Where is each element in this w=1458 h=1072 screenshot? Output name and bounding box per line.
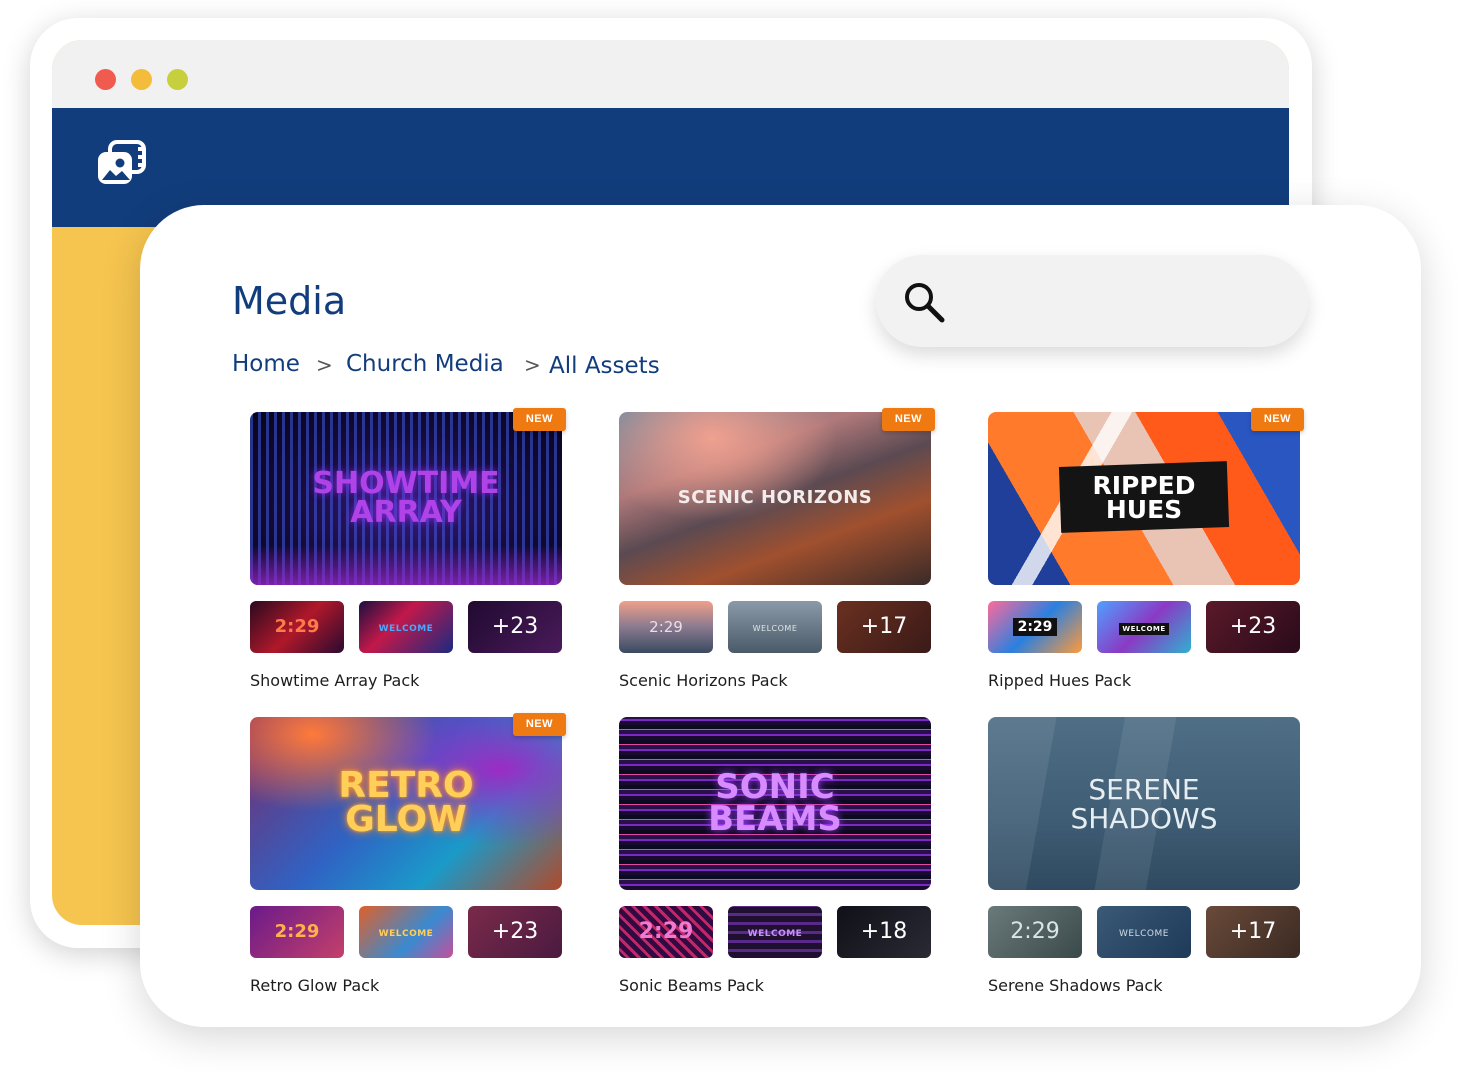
media-pack-card[interactable]: SONIC BEAMS 2:29 WELCOME +18 Sonic Beams… [619, 717, 931, 1007]
countdown-thumbnail[interactable]: 2:29 [988, 601, 1082, 653]
welcome-thumbnail[interactable]: WELCOME [1097, 906, 1191, 958]
breadcrumb-chevron-icon: > [524, 353, 541, 377]
thumb-time: 2:29 [274, 616, 320, 637]
thumb-time: 2:29 [274, 921, 320, 942]
pack-hero-image[interactable]: SERENE SHADOWS [988, 717, 1300, 890]
more-assets-thumbnail[interactable]: +23 [468, 906, 562, 958]
pack-hero-image[interactable]: RIPPED HUES [988, 412, 1300, 585]
hero-title-line: HUES [1105, 494, 1183, 524]
more-count: +17 [860, 614, 908, 639]
hero-title-line: GLOW [345, 799, 467, 841]
hero-title-line: BEAMS [708, 799, 842, 840]
search-input[interactable] [962, 275, 1282, 327]
more-assets-thumbnail[interactable]: +17 [1206, 906, 1300, 958]
breadcrumb-all-assets[interactable]: All Assets [549, 353, 660, 379]
thumb-welcome: WELCOME [378, 929, 434, 939]
media-pack-card[interactable]: RETRO GLOW NEW 2:29 WELCOME +23 Retro Gl… [250, 713, 566, 1007]
pack-hero-image[interactable]: SCENIC HORIZONS [619, 412, 931, 585]
search-bar[interactable] [876, 255, 1308, 347]
more-assets-thumbnail[interactable]: +23 [468, 601, 562, 653]
more-count: +23 [491, 614, 539, 639]
maximize-window-button[interactable] [167, 69, 188, 90]
new-badge: NEW [512, 713, 566, 736]
countdown-thumbnail[interactable]: 2:29 [619, 601, 713, 653]
media-library-icon[interactable] [96, 140, 148, 186]
more-count: +18 [860, 919, 908, 944]
pack-name[interactable]: Ripped Hues Pack [988, 671, 1131, 690]
new-badge: NEW [881, 408, 935, 431]
new-badge: NEW [512, 408, 566, 431]
pack-hero-image[interactable]: SONIC BEAMS [619, 717, 931, 890]
hero-title-line: ARRAY [350, 494, 462, 530]
welcome-thumbnail[interactable]: WELCOME [1097, 601, 1191, 653]
more-count: +23 [491, 919, 539, 944]
welcome-thumbnail[interactable]: WELCOME [359, 906, 453, 958]
more-assets-thumbnail[interactable]: +23 [1206, 601, 1300, 653]
thumb-welcome: WELCOME [747, 929, 803, 939]
pack-name[interactable]: Showtime Array Pack [250, 671, 419, 690]
media-pack-card[interactable]: SERENE SHADOWS 2:29 WELCOME +17 Serene S… [988, 717, 1300, 1007]
countdown-thumbnail[interactable]: 2:29 [619, 906, 713, 958]
pack-name[interactable]: Retro Glow Pack [250, 976, 379, 995]
pack-hero-image[interactable]: SHOWTIME ARRAY [250, 412, 562, 585]
thumb-time: 2:29 [638, 919, 694, 944]
new-badge: NEW [1250, 408, 1304, 431]
countdown-thumbnail[interactable]: 2:29 [988, 906, 1082, 958]
media-pack-card[interactable]: SCENIC HORIZONS NEW 2:29 WELCOME +17 Sce… [619, 408, 935, 702]
breadcrumb-chevron-icon: > [316, 353, 333, 377]
breadcrumb-church-media[interactable]: Church Media [346, 351, 504, 377]
pack-name[interactable]: Serene Shadows Pack [988, 976, 1163, 995]
more-assets-thumbnail[interactable]: +18 [837, 906, 931, 958]
hero-title-line: SHADOWS [1070, 802, 1218, 836]
pack-hero-image[interactable]: RETRO GLOW [250, 717, 562, 890]
welcome-thumbnail[interactable]: WELCOME [728, 906, 822, 958]
pack-name[interactable]: Scenic Horizons Pack [619, 671, 788, 690]
thumb-welcome: WELCOME [378, 624, 434, 634]
thumb-time: 2:29 [1012, 618, 1058, 636]
more-count: +23 [1229, 614, 1277, 639]
thumb-welcome: WELCOME [1119, 623, 1169, 635]
hero-title-line: SCENIC HORIZONS [677, 487, 873, 508]
countdown-thumbnail[interactable]: 2:29 [250, 601, 344, 653]
more-assets-thumbnail[interactable]: +17 [837, 601, 931, 653]
countdown-thumbnail[interactable]: 2:29 [250, 906, 344, 958]
search-icon[interactable] [902, 280, 946, 324]
page-title: Media [232, 279, 347, 323]
thumb-welcome: WELCOME [752, 624, 798, 633]
media-panel: Media Home > Church Media > All Assets S… [140, 205, 1421, 1027]
more-count: +17 [1229, 919, 1277, 944]
welcome-thumbnail[interactable]: WELCOME [359, 601, 453, 653]
close-window-button[interactable] [95, 69, 116, 90]
breadcrumb-home[interactable]: Home [232, 351, 300, 377]
window-titlebar [52, 40, 1289, 108]
minimize-window-button[interactable] [131, 69, 152, 90]
hero-title-line: SERENE [1088, 773, 1200, 806]
welcome-thumbnail[interactable]: WELCOME [728, 601, 822, 653]
media-pack-card[interactable]: SHOWTIME ARRAY NEW 2:29 WELCOME +23 Show… [250, 408, 566, 702]
thumb-time: 2:29 [1010, 919, 1060, 944]
pack-name[interactable]: Sonic Beams Pack [619, 976, 764, 995]
thumb-time: 2:29 [649, 618, 683, 636]
media-pack-card[interactable]: RIPPED HUES NEW 2:29 WELCOME +23 Ripped … [988, 408, 1304, 702]
thumb-welcome: WELCOME [1119, 929, 1169, 939]
